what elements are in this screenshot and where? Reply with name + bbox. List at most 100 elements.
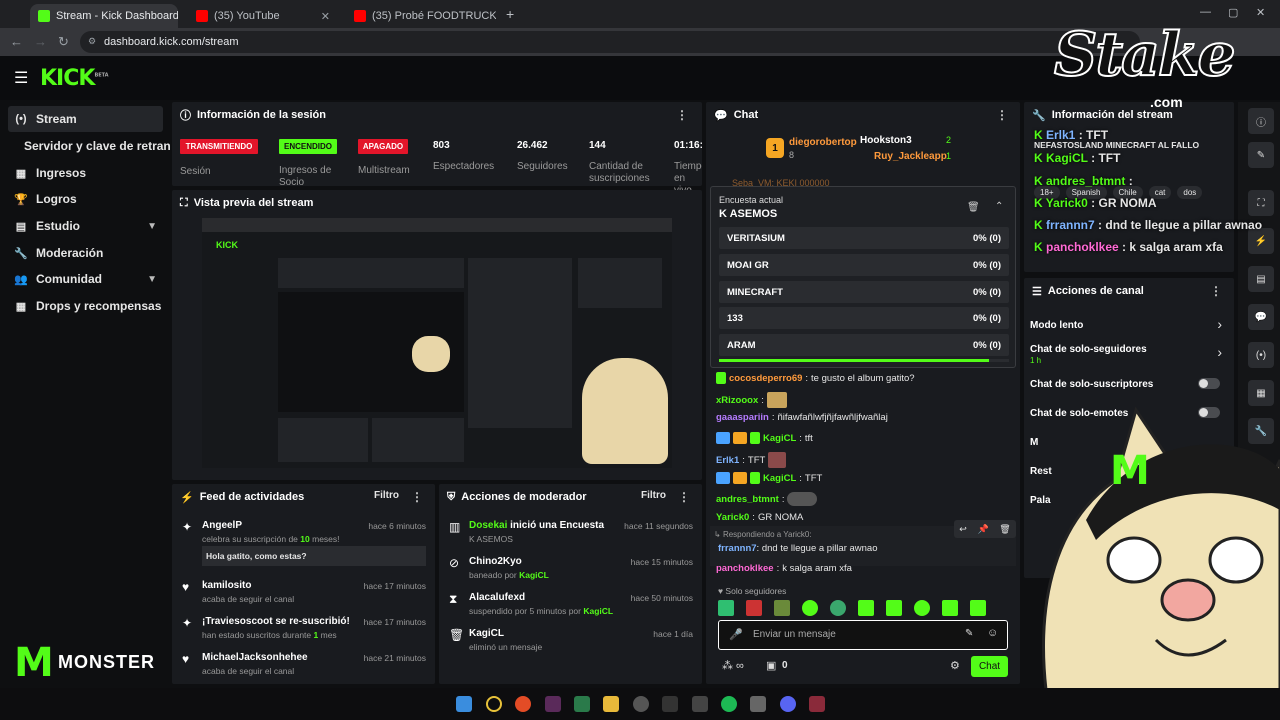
emote-icon[interactable] <box>802 600 818 616</box>
emote-icon[interactable] <box>774 600 790 616</box>
windows-start-icon[interactable] <box>456 696 472 712</box>
infinity-points-icon[interactable]: ⁂ ∞ <box>722 659 744 672</box>
emote-icon[interactable] <box>914 600 930 616</box>
filter-button[interactable]: Filtro <box>641 490 666 501</box>
folder-icon[interactable] <box>603 696 619 712</box>
close-tab-icon[interactable]: ✕ <box>321 10 330 23</box>
sidebar-item-stream[interactable]: (•) Stream <box>8 106 163 132</box>
app-icon[interactable] <box>486 696 502 712</box>
kebab-menu-icon[interactable]: ⋮ <box>1210 284 1222 298</box>
close-window-icon[interactable]: ✕ <box>1256 6 1265 19</box>
emote-icon[interactable] <box>942 600 958 616</box>
chevron-right-icon[interactable]: › <box>1217 344 1222 360</box>
reply-message-block: ↳ Respondiendo a Yarick0: frrannn7: dnd … <box>710 520 1016 566</box>
action-subs-only[interactable]: Chat de solo-suscriptores <box>1030 379 1153 390</box>
top-user-count: 2 <box>946 135 952 145</box>
app-icon[interactable] <box>545 696 561 712</box>
emote-icon[interactable] <box>746 600 762 616</box>
poll-option[interactable]: 133 0% (0) <box>719 307 1009 329</box>
filter-button[interactable]: Filtro <box>374 490 399 501</box>
poll-option[interactable]: ARAM 0% (0) <box>719 334 1009 356</box>
kick-logo[interactable]: KICKBETA <box>40 66 109 91</box>
emoji-icon[interactable]: ☺ <box>987 627 998 639</box>
sidebar-item-logros[interactable]: 🏆 Logros <box>8 186 163 212</box>
delete-icon[interactable]: 🗑 <box>999 524 1010 535</box>
kebab-menu-icon[interactable]: ⋮ <box>411 490 423 504</box>
app-icon[interactable] <box>692 696 708 712</box>
kebab-menu-icon[interactable]: ⋮ <box>676 108 688 122</box>
tab-title: (35) Probé FOODTRUCKS Exót... <box>372 10 496 22</box>
app-icon[interactable] <box>750 696 766 712</box>
sidebar-item-moderacion[interactable]: 🔧 Moderación <box>8 240 163 266</box>
top-user-name[interactable]: diegorobertop <box>789 137 857 148</box>
kebab-menu-icon[interactable]: ⋮ <box>996 108 1008 122</box>
activity-item: ♥ kamilosito hace 17 minutos acaba de se… <box>172 580 432 608</box>
chrome-icon[interactable] <box>515 696 531 712</box>
translate-icon[interactable]: ✎ <box>965 628 973 639</box>
mod-sub: suspendido por 5 minutos por KagiCL <box>469 606 614 616</box>
broadcast-icon[interactable]: (•) <box>1248 342 1274 368</box>
obs-icon[interactable] <box>633 696 649 712</box>
trash-icon[interactable]: 🗑 <box>967 202 980 213</box>
preview-kick-logo: KICK <box>216 240 238 250</box>
emote-icon[interactable] <box>970 600 986 616</box>
tab-youtube[interactable]: (35) YouTube ✕ <box>188 4 338 28</box>
discord-icon[interactable] <box>780 696 796 712</box>
forward-icon[interactable]: → <box>34 34 47 49</box>
action-followers-only[interactable]: Chat de solo-seguidores <box>1030 344 1147 355</box>
top-user-name[interactable]: Ruy_Jackleapp <box>874 151 947 162</box>
sidebar-item-ingresos[interactable]: ▦ Ingresos <box>8 160 163 186</box>
pin-icon[interactable]: 📌 <box>977 524 988 535</box>
tab-youtube-foodtrucks[interactable]: (35) Probé FOODTRUCKS Exót... ✕ <box>346 4 496 28</box>
chevron-up-icon[interactable]: ⌃ <box>995 201 1003 212</box>
reply-action-icon[interactable]: ↩ <box>959 524 967 535</box>
kebab-menu-icon[interactable]: ⋮ <box>678 490 690 504</box>
new-tab-icon[interactable]: + <box>506 6 514 22</box>
chat-message: Yarick0: GR NOMA <box>716 512 804 523</box>
panel-title: Acciones de moderador <box>461 491 587 503</box>
stream-preview-video[interactable]: KICK <box>202 218 672 468</box>
chevron-right-icon[interactable]: › <box>1217 316 1222 332</box>
poll-timer-track <box>719 359 1009 362</box>
chevron-down-icon: ▼ <box>147 220 157 232</box>
maximize-icon[interactable]: ▢ <box>1228 6 1238 19</box>
mic-icon[interactable]: 🎤 <box>729 628 743 641</box>
action-slow-mode[interactable]: Modo lento <box>1030 320 1083 331</box>
reload-icon[interactable]: ↻ <box>58 34 69 50</box>
document-icon[interactable]: ▤ <box>1248 266 1274 292</box>
overlay-chat-line: K KagiCL : TFT <box>1034 151 1121 165</box>
menu-icon[interactable]: ☰ <box>14 68 28 88</box>
poll-option[interactable]: MINECRAFT 0% (0) <box>719 281 1009 303</box>
site-info-icon[interactable]: ⚙ <box>88 36 96 47</box>
url-input[interactable]: ⚙ dashboard.kick.com/stream <box>80 31 1140 53</box>
back-icon[interactable]: ← <box>10 34 23 49</box>
top-user-name[interactable]: Hookston3 <box>860 135 912 146</box>
app-icon[interactable] <box>809 696 825 712</box>
trophy-icon: 🏆 <box>14 193 28 206</box>
gift-icon[interactable]: ▣ <box>766 659 776 672</box>
subs-only-toggle[interactable] <box>1198 378 1220 389</box>
settings-icon[interactable]: ⚙ <box>950 659 960 672</box>
sidebar-item-label: Comunidad <box>36 272 102 286</box>
emote-icon[interactable] <box>718 600 734 616</box>
sidebar-item-estudio[interactable]: ▤ Estudio ▼ <box>8 213 163 239</box>
emote-icon[interactable] <box>830 600 846 616</box>
poll-icon: ▥ <box>449 520 461 534</box>
app-icon[interactable] <box>574 696 590 712</box>
emote-icon[interactable] <box>858 600 874 616</box>
sidebar-item-server-key[interactable]: Servidor y clave de retransmisión <box>18 133 170 159</box>
poll-option[interactable]: VERITASIUM 0% (0) <box>719 227 1009 249</box>
sidebar-item-comunidad[interactable]: 👥 Comunidad ▼ <box>8 266 163 292</box>
chat-input[interactable]: 🎤 Enviar un mensaje ✎ ☺ <box>718 620 1008 650</box>
spotify-icon[interactable] <box>721 696 737 712</box>
tab-kick-dashboard[interactable]: Stream - Kick Dashboard ✕ <box>30 4 178 28</box>
overlay-chat-line: K Yarick0 : GR NOMA <box>1034 196 1157 210</box>
app-icon[interactable] <box>662 696 678 712</box>
chat-send-button[interactable]: Chat <box>971 656 1008 677</box>
minimize-icon[interactable]: — <box>1200 6 1211 18</box>
poll-option[interactable]: MOAI GR 0% (0) <box>719 254 1009 276</box>
sidebar-item-drops[interactable]: ▦ Drops y recompensas <box>8 293 163 319</box>
emote-icon[interactable] <box>886 600 902 616</box>
reply-label: ↳ Respondiendo a Yarick0: <box>714 530 812 539</box>
chat-icon[interactable]: 💬 <box>1248 304 1274 330</box>
